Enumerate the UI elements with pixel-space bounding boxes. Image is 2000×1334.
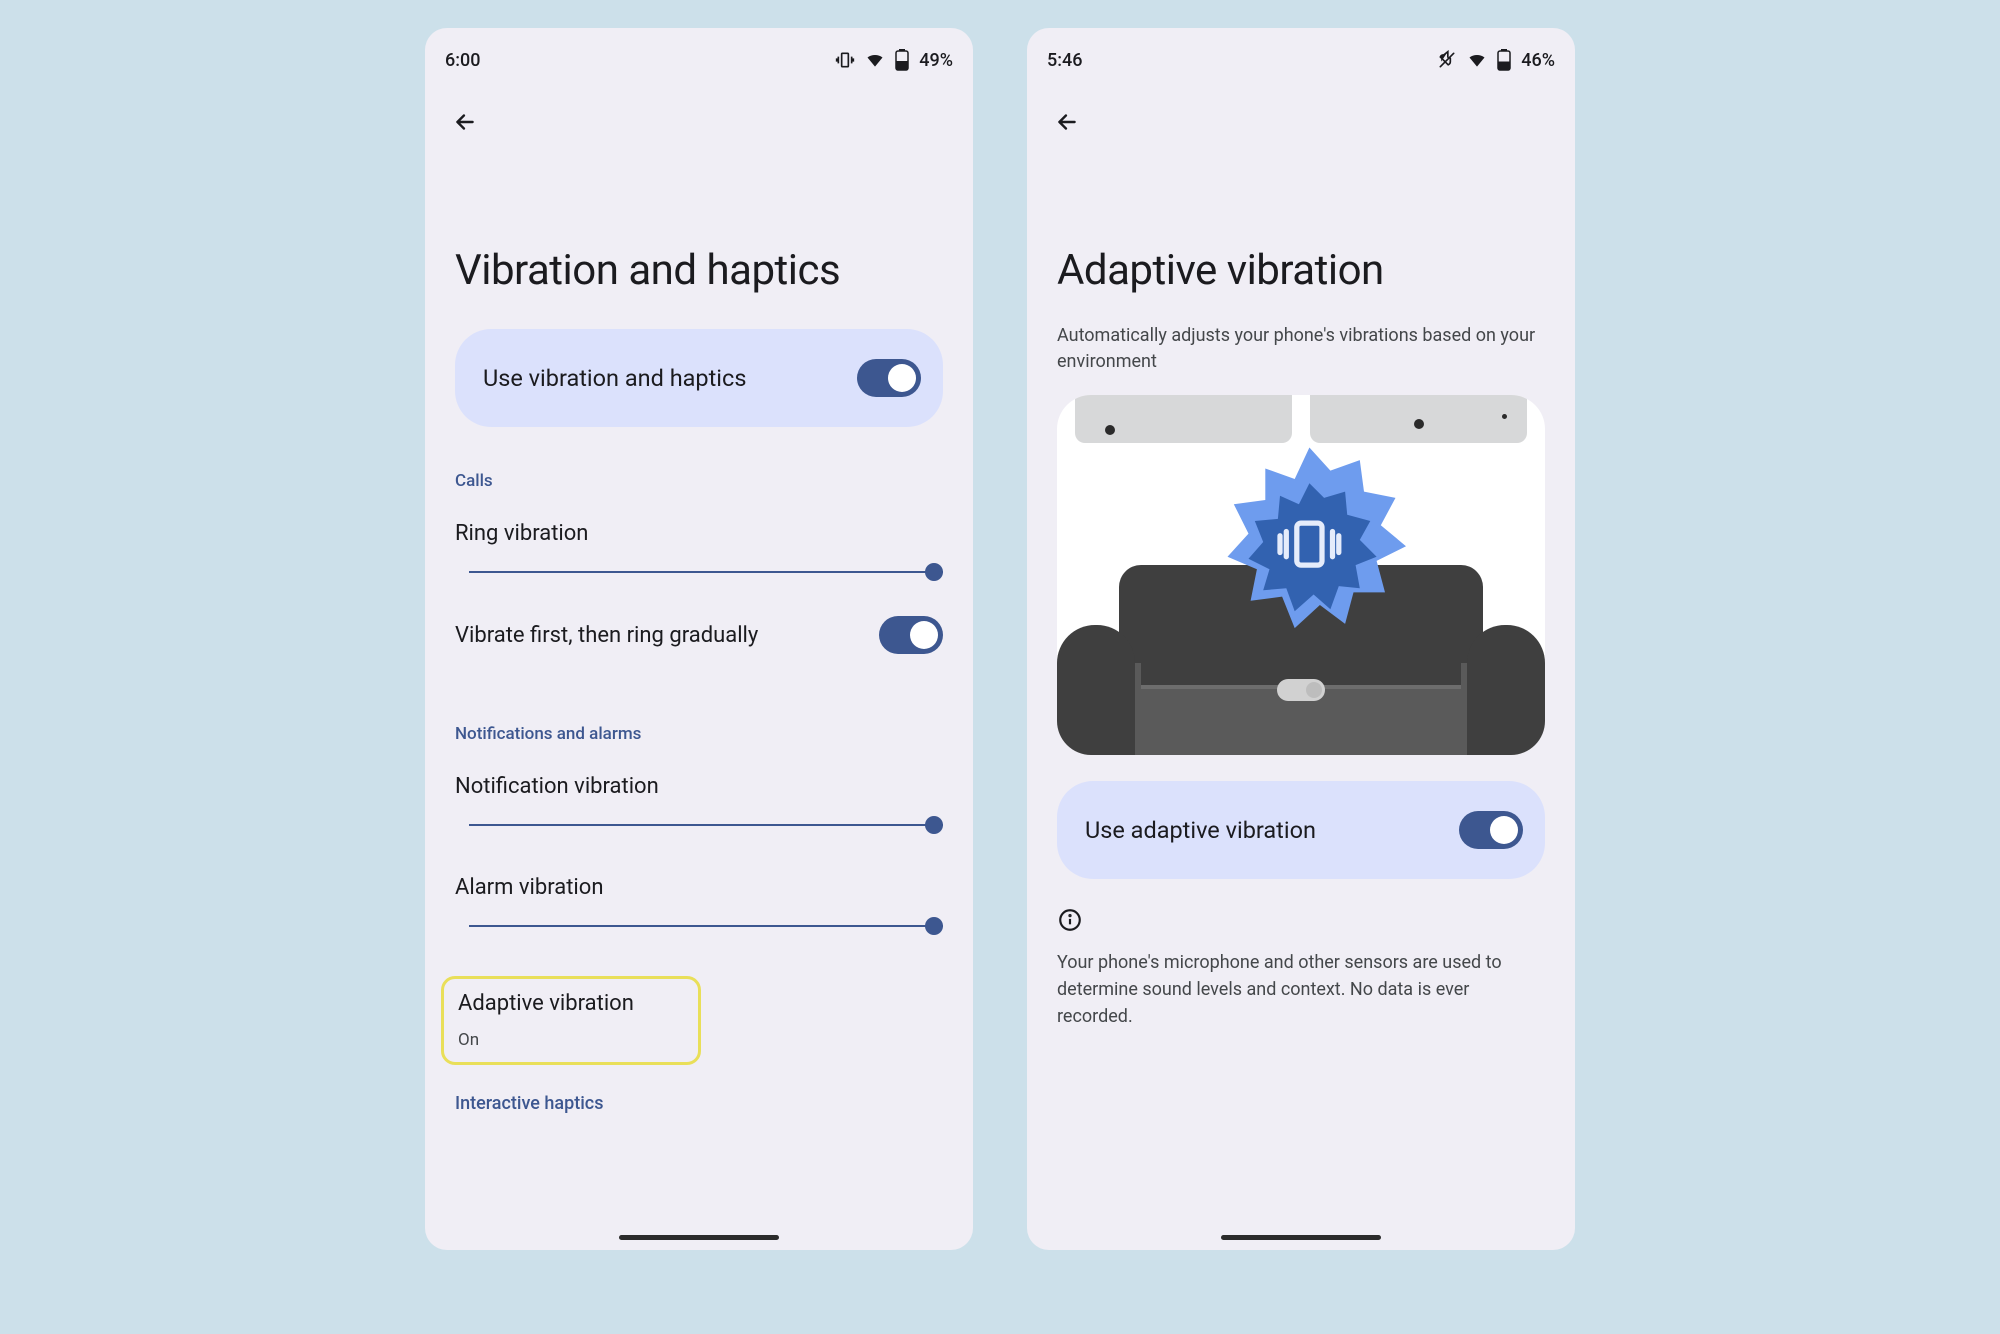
section-calls-label: Calls (455, 471, 943, 491)
arrow-back-icon (452, 109, 478, 135)
use-adaptive-label: Use adaptive vibration (1085, 816, 1316, 844)
page-title: Adaptive vibration (1027, 146, 1575, 329)
vibrate-first-row[interactable]: Vibrate first, then ring gradually (455, 590, 943, 680)
battery-text: 46% (1521, 50, 1555, 71)
vibration-burst-icon (1204, 437, 1414, 647)
slider-thumb[interactable] (925, 563, 943, 581)
battery-icon (895, 49, 909, 71)
battery-icon (1497, 49, 1511, 71)
illustration-toggle-icon (1277, 679, 1325, 701)
use-adaptive-switch[interactable] (1459, 811, 1523, 849)
page-title: Vibration and haptics (425, 146, 973, 329)
adaptive-vibration-row-highlight: Adaptive vibration On (441, 976, 701, 1065)
use-vibration-label: Use vibration and haptics (483, 364, 746, 392)
adaptive-vibration-row[interactable]: Adaptive vibration On (458, 991, 684, 1050)
status-bar: 5:46 46% (1027, 40, 1575, 80)
phone-screen-adaptive-vibration: 5:46 46% Adaptive vibration Automaticall… (1027, 28, 1575, 1250)
wifi-icon (865, 50, 885, 70)
status-bar: 6:00 49% (425, 40, 973, 80)
wifi-icon (1467, 50, 1487, 70)
adaptive-vibration-label: Adaptive vibration (458, 991, 684, 1016)
vibrate-icon (835, 50, 855, 70)
page-subtitle: Automatically adjusts your phone's vibra… (1027, 323, 1575, 375)
mute-icon (1437, 50, 1457, 70)
illustration (1057, 395, 1545, 755)
notification-vibration-row[interactable]: Notification vibration (455, 760, 943, 843)
status-right: 46% (1437, 49, 1555, 71)
adaptive-vibration-status: On (458, 1030, 684, 1050)
arrow-back-icon (1054, 109, 1080, 135)
slider-thumb[interactable] (925, 917, 943, 935)
section-interactive-label: Interactive haptics (455, 1093, 943, 1114)
notification-vibration-slider[interactable] (469, 813, 943, 837)
alarm-vibration-row[interactable]: Alarm vibration (455, 861, 943, 944)
status-right: 49% (835, 49, 953, 71)
use-adaptive-toggle-row[interactable]: Use adaptive vibration (1057, 781, 1545, 879)
section-notif-label: Notifications and alarms (455, 724, 943, 744)
use-vibration-switch[interactable] (857, 359, 921, 397)
back-button[interactable] (441, 98, 489, 146)
alarm-vibration-label: Alarm vibration (455, 875, 943, 900)
ring-vibration-row[interactable]: Ring vibration (455, 507, 943, 590)
gesture-nav-bar[interactable] (619, 1235, 779, 1240)
notification-vibration-label: Notification vibration (455, 774, 943, 799)
ring-vibration-slider[interactable] (469, 560, 943, 584)
alarm-vibration-slider[interactable] (469, 914, 943, 938)
vibrate-first-switch[interactable] (879, 616, 943, 654)
phone-screen-vibration-haptics: 6:00 49% Vibration and haptics Use vibra… (425, 28, 973, 1250)
use-vibration-toggle-row[interactable]: Use vibration and haptics (455, 329, 943, 427)
ring-vibration-label: Ring vibration (455, 521, 943, 546)
status-time: 5:46 (1047, 50, 1082, 71)
status-time: 6:00 (445, 50, 480, 71)
back-button[interactable] (1043, 98, 1091, 146)
info-icon (1057, 907, 1083, 933)
battery-text: 49% (919, 50, 953, 71)
slider-thumb[interactable] (925, 816, 943, 834)
vibrate-first-label: Vibrate first, then ring gradually (455, 623, 758, 648)
illustration-ceiling (1057, 395, 1545, 443)
info-text: Your phone's microphone and other sensor… (1027, 949, 1575, 1030)
gesture-nav-bar[interactable] (1221, 1235, 1381, 1240)
